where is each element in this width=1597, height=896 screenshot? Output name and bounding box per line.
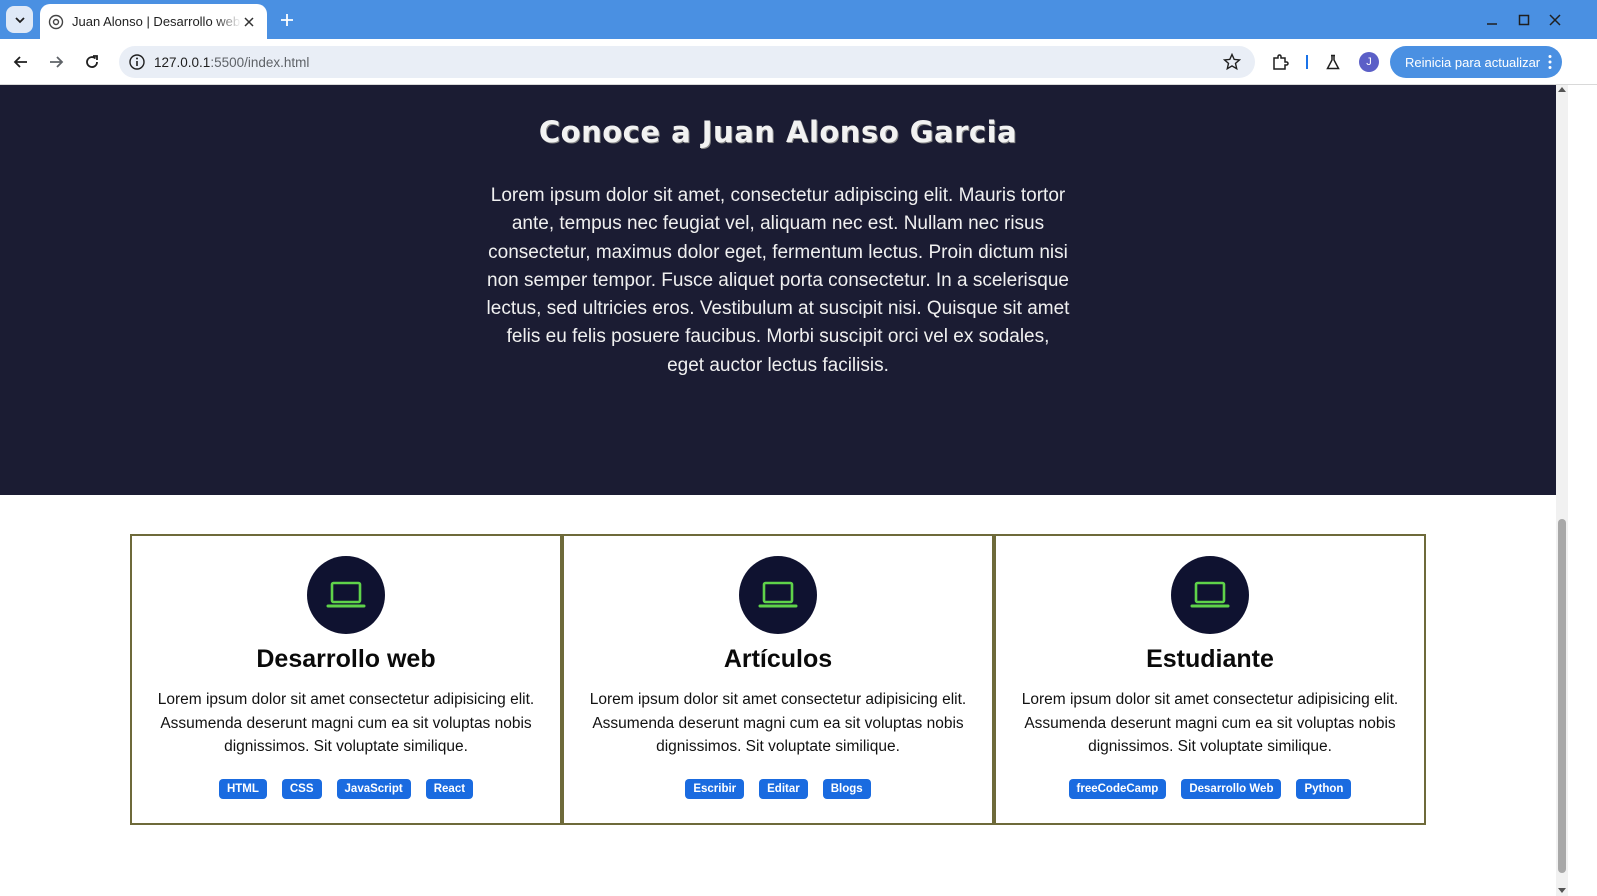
card-text: Lorem ipsum dolor sit amet consectetur a… [1021, 691, 1399, 756]
tag-badge: Escribir [685, 779, 745, 799]
about-section: Conoce a Juan Alonso Garcia Lorem ipsum … [0, 85, 1556, 495]
laptop-icon [1190, 581, 1230, 608]
card-icon-circle [307, 556, 385, 634]
update-button[interactable]: Reinicia para actualizar [1390, 46, 1562, 78]
browser-tab[interactable]: Juan Alonso | Desarrollo web [40, 4, 267, 39]
address-bar[interactable]: 127.0.0.1:5500/index.html [119, 46, 1255, 78]
back-button[interactable] [8, 49, 34, 75]
scrollbar-thumb[interactable] [1558, 519, 1566, 873]
plus-icon [281, 14, 293, 26]
tag-badge: Editar [759, 779, 808, 799]
tag-badge: CSS [281, 779, 322, 799]
flask-icon [1326, 54, 1340, 70]
tag-badge: HTML [218, 779, 267, 799]
url-path: :5500/index.html [210, 54, 310, 70]
tab-strip: Juan Alonso | Desarrollo web [0, 0, 1597, 39]
url-host: 127.0.0.1 [154, 54, 211, 70]
extensions-button[interactable] [1269, 51, 1291, 73]
card-text: Lorem ipsum dolor sit amet consectetur a… [157, 691, 535, 756]
close-window-button[interactable] [1543, 8, 1567, 32]
about-text: Lorem ipsum dolor sit amet, consectetur … [486, 185, 1070, 376]
page-scrollbar[interactable] [1556, 85, 1568, 896]
tag-badge: Desarrollo Web [1181, 779, 1282, 799]
new-tab-button[interactable] [276, 9, 298, 31]
close-icon [244, 16, 254, 27]
card-articulos: Artículos Lorem ipsum dolor sit amet con… [562, 534, 994, 825]
card-desarrollo-web: Desarrollo web Lorem ipsum dolor sit ame… [130, 534, 562, 825]
tab-search-button[interactable] [6, 6, 33, 33]
globe-icon [48, 14, 64, 29]
toolbar-separator [1306, 55, 1308, 69]
close-tab-button[interactable] [241, 14, 257, 30]
tab-title: Juan Alonso | Desarrollo web [72, 14, 241, 29]
forward-button[interactable] [43, 49, 69, 75]
reload-icon [86, 55, 98, 68]
reload-button[interactable] [79, 49, 105, 75]
card-title: Desarrollo web [256, 645, 436, 673]
arrow-right-icon [50, 56, 64, 68]
maximize-button[interactable] [1512, 8, 1536, 32]
card-title: Estudiante [1146, 645, 1274, 673]
url-text: 127.0.0.1:5500/index.html [154, 55, 1255, 70]
laptop-icon [758, 581, 798, 608]
card-tags: Escribir Editar Blogs [564, 779, 992, 799]
tag-badge: React [425, 779, 474, 799]
more-vert-icon [1548, 55, 1552, 69]
bookmark-star-icon[interactable] [1223, 53, 1241, 71]
update-label: Reinicia para actualizar [1405, 54, 1541, 70]
card-tags: HTML CSS JavaScript React [132, 779, 560, 799]
card-tags: freeCodeCamp Desarrollo Web Python [996, 779, 1424, 799]
cards-row: Desarrollo web Lorem ipsum dolor sit ame… [130, 534, 1426, 825]
browser-toolbar: 127.0.0.1:5500/index.html J Reinicia par… [0, 39, 1597, 85]
laptop-icon [326, 581, 366, 608]
card-estudiante: Estudiante Lorem ipsum dolor sit amet co… [994, 534, 1426, 825]
card-title: Artículos [723, 645, 833, 673]
page-viewport: Conoce a Juan Alonso Garcia Lorem ipsum … [0, 85, 1597, 896]
chevron-down-icon [14, 16, 25, 23]
about-title: Conoce a Juan Alonso Garcia [538, 115, 1018, 149]
card-icon-circle [739, 556, 817, 634]
tag-badge: Python [1296, 779, 1352, 799]
arrow-left-icon [13, 56, 27, 68]
scroll-up-arrow-icon[interactable] [1558, 87, 1566, 92]
tag-badge: Blogs [822, 779, 871, 799]
tag-badge: freeCodeCamp [1068, 779, 1167, 799]
tag-badge: JavaScript [336, 779, 411, 799]
info-icon [129, 54, 145, 70]
puzzle-icon [1273, 54, 1289, 70]
profile-avatar[interactable]: J [1359, 52, 1379, 72]
minimize-icon [1487, 23, 1497, 25]
maximize-icon [1518, 14, 1530, 26]
card-icon-circle [1171, 556, 1249, 634]
labs-button[interactable] [1322, 51, 1344, 73]
close-icon [1549, 14, 1561, 26]
card-text: Lorem ipsum dolor sit amet consectetur a… [589, 691, 967, 756]
minimize-button[interactable] [1480, 8, 1504, 32]
scroll-down-arrow-icon[interactable] [1558, 888, 1566, 893]
